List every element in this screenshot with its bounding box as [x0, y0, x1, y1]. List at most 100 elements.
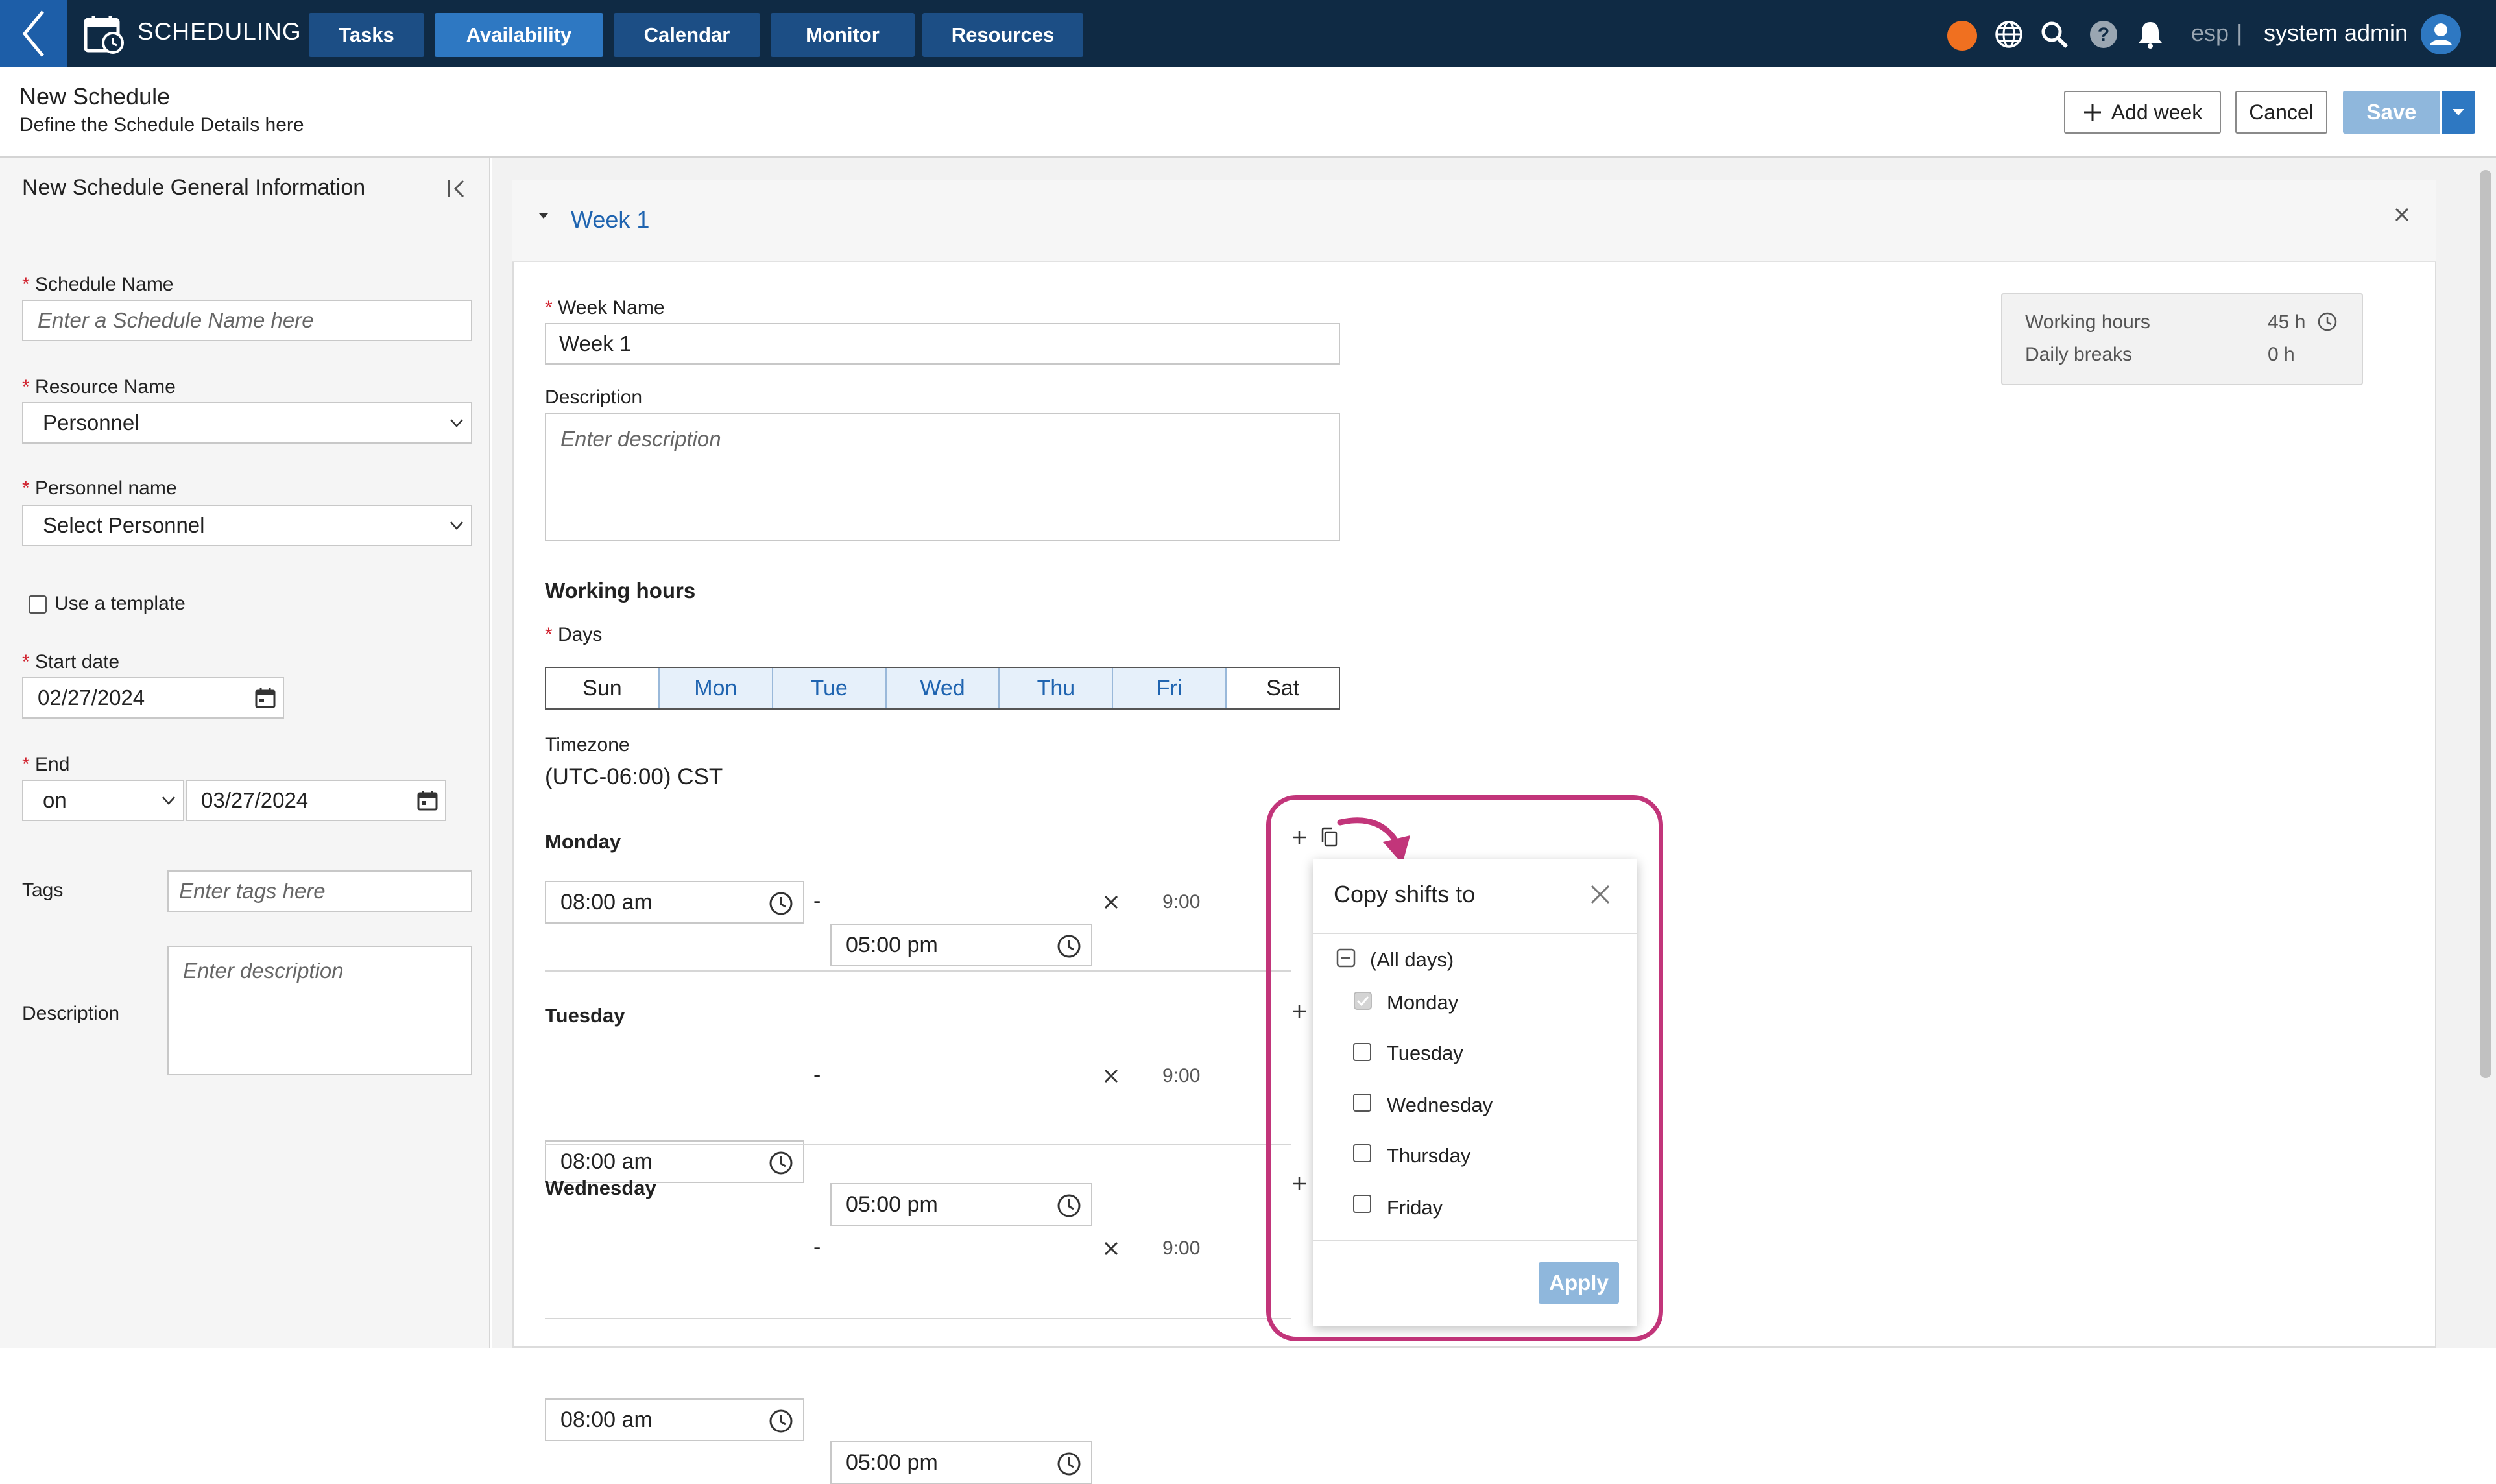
- required-mark: *: [22, 477, 30, 499]
- remove-shift-icon[interactable]: [1103, 1068, 1120, 1084]
- monday-end-input[interactable]: 05:00 pm: [830, 924, 1092, 966]
- clock-icon[interactable]: [1056, 1193, 1082, 1219]
- close-week-icon[interactable]: [2394, 206, 2410, 223]
- tuesday-end-input[interactable]: 05:00 pm: [830, 1183, 1092, 1226]
- wednesday-start-value: 08:00 am: [560, 1407, 653, 1432]
- use-template-checkbox[interactable]: [29, 595, 47, 614]
- all-days-checkbox[interactable]: [1336, 948, 1356, 968]
- monday-title: Monday: [545, 830, 621, 853]
- copy-shifts-popup: [1313, 859, 1637, 1326]
- clock-icon[interactable]: [1056, 1451, 1082, 1477]
- avatar[interactable]: [2421, 14, 2461, 54]
- week-description-placeholder: Enter description: [560, 427, 721, 451]
- search-icon[interactable]: [2039, 19, 2069, 49]
- week-name-input[interactable]: Week 1: [545, 323, 1340, 365]
- range-separator: -: [813, 1062, 821, 1087]
- wednesday-copy-checkbox[interactable]: [1353, 1094, 1371, 1112]
- day-sat[interactable]: Sat: [1227, 668, 1339, 708]
- svg-text:?: ?: [2098, 24, 2109, 45]
- back-button[interactable]: [0, 0, 67, 67]
- day-fri[interactable]: Fri: [1113, 668, 1227, 708]
- popup-footer-separator: [1313, 1240, 1637, 1241]
- day-wed[interactable]: Wed: [886, 668, 1000, 708]
- nav-availability[interactable]: Availability: [435, 13, 603, 57]
- day-tue[interactable]: Tue: [773, 668, 887, 708]
- start-date-label-text: Start date: [35, 651, 120, 673]
- remove-shift-icon[interactable]: [1103, 894, 1120, 911]
- required-mark: *: [22, 376, 30, 398]
- wednesday-end-input[interactable]: 05:00 pm: [830, 1441, 1092, 1484]
- required-mark: *: [22, 274, 30, 295]
- calendar-icon[interactable]: [416, 789, 438, 811]
- close-popup-icon[interactable]: [1589, 883, 1611, 905]
- end-date-input[interactable]: 03/27/2024: [186, 780, 446, 821]
- calendar-clock-icon: [83, 13, 125, 54]
- week-card-header[interactable]: [512, 180, 2436, 262]
- save-options-button[interactable]: [2442, 91, 2475, 134]
- general-description-label: Description: [22, 1003, 120, 1024]
- week-name-label: * Week Name: [545, 297, 665, 319]
- use-template-label: Use a template: [54, 593, 186, 614]
- days-label-text: Days: [558, 624, 603, 645]
- schedule-name-label: * Schedule Name: [22, 274, 174, 296]
- nav-tasks[interactable]: Tasks: [309, 13, 424, 57]
- timezone-value: (UTC-06:00) CST: [545, 764, 723, 789]
- tuesday-title: Tuesday: [545, 1004, 625, 1027]
- nav-monitor[interactable]: Monitor: [771, 13, 915, 57]
- chevron-down-icon: [162, 796, 175, 805]
- resource-name-value: Personnel: [43, 411, 139, 435]
- day-mon[interactable]: Mon: [659, 668, 773, 708]
- personnel-name-select[interactable]: Select Personnel: [22, 505, 472, 546]
- end-mode-select[interactable]: on: [22, 780, 184, 821]
- start-date-input[interactable]: 02/27/2024: [22, 677, 284, 719]
- add-week-button[interactable]: Add week: [2064, 91, 2221, 134]
- tags-input[interactable]: Enter tags here: [167, 870, 472, 912]
- nav-resources[interactable]: Resources: [922, 13, 1083, 57]
- clock-icon[interactable]: [768, 1150, 794, 1176]
- tuesday-end-value: 05:00 pm: [846, 1191, 938, 1217]
- wednesday-start-input[interactable]: 08:00 am: [545, 1398, 804, 1441]
- user-name[interactable]: system admin: [2264, 19, 2408, 47]
- collapse-caret-icon[interactable]: [538, 213, 549, 219]
- daily-breaks-summary-label: Daily breaks: [2025, 344, 2133, 365]
- clock-icon[interactable]: [768, 891, 794, 916]
- clock-icon[interactable]: [1056, 933, 1082, 959]
- calendar-icon[interactable]: [254, 687, 276, 709]
- status-dot[interactable]: [1947, 21, 1977, 51]
- remove-shift-icon[interactable]: [1103, 1240, 1120, 1257]
- apply-button[interactable]: Apply: [1539, 1262, 1619, 1304]
- week-description-textarea[interactable]: Enter description: [545, 413, 1340, 541]
- tuesday-copy-checkbox[interactable]: [1353, 1043, 1371, 1061]
- daily-breaks-summary-value: 0 h: [2268, 344, 2295, 365]
- collapse-panel-icon[interactable]: [446, 178, 468, 200]
- friday-copy-checkbox[interactable]: [1353, 1195, 1371, 1213]
- resource-name-select[interactable]: Personnel: [22, 402, 472, 444]
- clock-icon: [2317, 311, 2338, 332]
- language-selector[interactable]: esp: [2191, 19, 2229, 47]
- working-hours-summary-label: Working hours: [2025, 311, 2150, 333]
- thursday-copy-checkbox[interactable]: [1353, 1144, 1371, 1162]
- resource-name-label: * Resource Name: [22, 376, 176, 398]
- hours-summary: [2001, 293, 2363, 385]
- clock-icon[interactable]: [768, 1408, 794, 1434]
- nav-calendar[interactable]: Calendar: [614, 13, 760, 57]
- monday-start-input[interactable]: 08:00 am: [545, 881, 804, 924]
- general-description-textarea[interactable]: Enter description: [167, 946, 472, 1075]
- bell-icon[interactable]: [2135, 19, 2165, 49]
- week-title[interactable]: Week 1: [571, 206, 649, 233]
- personnel-name-value: Select Personnel: [43, 513, 205, 537]
- save-button[interactable]: Save: [2343, 91, 2440, 134]
- required-mark: *: [22, 651, 30, 673]
- help-icon[interactable]: ?: [2089, 19, 2118, 49]
- day-sun[interactable]: Sun: [546, 668, 660, 708]
- schedule-name-input[interactable]: Enter a Schedule Name here: [22, 300, 472, 341]
- scrollbar-thumb[interactable]: [2480, 170, 2491, 1078]
- tuesday-start-value: 08:00 am: [560, 1149, 653, 1174]
- globe-icon[interactable]: [1994, 19, 2024, 49]
- tags-label: Tags: [22, 880, 64, 901]
- cancel-button[interactable]: Cancel: [2235, 91, 2327, 134]
- start-date-value: 02/27/2024: [38, 686, 145, 710]
- page-subtitle: Define the Schedule Details here: [19, 114, 304, 136]
- monday-copy-label: Monday: [1387, 991, 1459, 1014]
- day-thu[interactable]: Thu: [1000, 668, 1114, 708]
